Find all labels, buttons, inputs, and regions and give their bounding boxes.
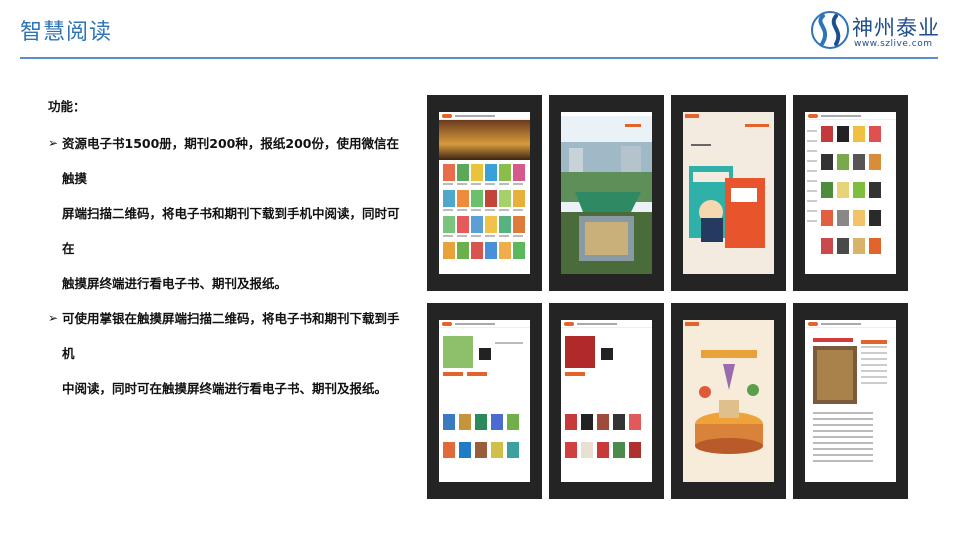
newspaper-page-image [813,338,887,462]
bullet-1-line-3: 触摸屏终端进行看电子书、期刊及报纸。 [62,276,288,291]
magazine-detail-image [565,336,641,458]
feature-bullet-2: ➢ 可使用掌银在触摸屏端扫描二维码，将电子书和期刊下载到手机 中阅读，同时可在触… [48,301,408,406]
library-banner-image [439,120,530,160]
kiosk-screenshot-home [427,95,542,291]
kiosk-screen [439,112,530,274]
company-logo: 神州泰业 www.szlive.com [810,10,942,52]
kiosk-screen [439,320,530,482]
kiosk-screenshot-detail-2 [549,303,664,499]
book-detail-image [443,336,523,458]
feature-description: 功能： ➢ 资源电子书1500册，期刊200种，报纸200份，使用微信在触摸 屏… [48,96,408,406]
book-covers-image [443,164,525,259]
screenshot-gallery [427,95,908,505]
slide-title: 智慧阅读 [20,20,113,45]
book-grid [443,164,526,269]
hotpot-illustration-image [683,320,774,482]
magazine-cover-image [683,112,774,274]
kiosk-screen [683,320,774,482]
kiosk-screenshot-magazine [671,95,786,291]
bullet-1-line-2: 屏端扫描二维码，将电子书和期刊下载到手机中阅读，同时可在 [62,206,400,256]
screen-header [439,320,530,328]
kiosk-screen [805,320,896,482]
bullet-arrow-icon: ➢ [48,311,59,325]
kiosk-screen [561,112,652,274]
logo-url: www.szlive.com [854,39,933,49]
kiosk-screen [561,320,652,482]
screen-header [805,112,896,120]
bullet-2-line-1: 可使用掌银在触摸屏端扫描二维码，将电子书和期刊下载到手机 [62,311,400,361]
screen-header [561,320,652,328]
bullet-arrow-icon: ➢ [48,136,59,150]
kiosk-screenshot-detail-1 [427,303,542,499]
kiosk-screenshot-illustration [671,303,786,499]
screen-header [439,112,530,120]
kiosk-screenshot-newspaper [793,303,908,499]
feature-heading: 功能： [48,99,86,114]
title-divider [20,57,938,59]
kiosk-screen [805,112,896,274]
screen-header [805,320,896,328]
logo-mark-icon [811,11,849,49]
kiosk-screen [683,112,774,274]
bullet-1-line-1: 资源电子书1500册，期刊200种，报纸200份，使用微信在触摸 [62,136,399,186]
campus-photo-image [561,112,652,274]
bullet-2-line-2: 中阅读，同时可在触摸屏终端进行看电子书、期刊及报纸。 [62,381,388,396]
catalog-grid-image [807,126,881,254]
kiosk-screenshot-campus [549,95,664,291]
kiosk-screenshot-catalog [793,95,908,291]
feature-bullet-1: ➢ 资源电子书1500册，期刊200种，报纸200份，使用微信在触摸 屏端扫描二… [48,126,408,301]
logo-name: 神州泰业 [852,16,940,40]
